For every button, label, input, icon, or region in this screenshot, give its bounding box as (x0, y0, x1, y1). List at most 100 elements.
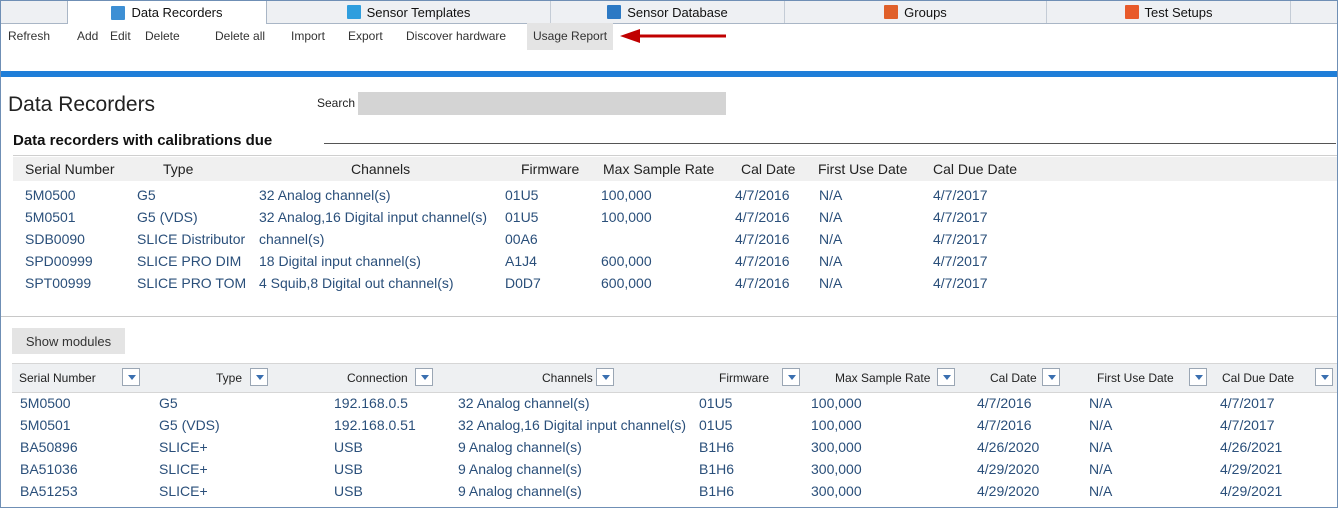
discover-hardware-button[interactable]: Discover hardware (406, 29, 506, 43)
table-row[interactable]: SPT00999 SLICE PRO TOM 4 Squib,8 Digital o… (13, 272, 1337, 294)
tab-sensor-templates[interactable]: Sensor Templates (267, 1, 551, 23)
table-cell: 5M0501 (25, 209, 76, 225)
table-cell: B1H6 (699, 439, 735, 455)
filter-dropdown-icon[interactable] (122, 368, 140, 386)
table-row[interactable]: BA51036 SLICE+ USB 9 Analog channel(s) B1H6 3… (12, 459, 1337, 480)
usage-report-button[interactable]: Usage Report (527, 23, 614, 50)
table-cell: 4/29/2020 (977, 461, 1040, 477)
col-header[interactable]: Cal Date (990, 371, 1037, 385)
table-cell: BA51036 (20, 461, 78, 477)
table-cell: 4/7/2016 (735, 231, 790, 247)
add-button[interactable]: Add (77, 29, 98, 43)
col-header[interactable]: Max Sample Rate (603, 161, 714, 177)
col-header[interactable]: Channels (351, 161, 410, 177)
delete-button[interactable]: Delete (145, 29, 180, 43)
filter-dropdown-icon[interactable] (250, 368, 268, 386)
import-button[interactable]: Import (291, 29, 325, 43)
table-cell: SLICE+ (159, 461, 208, 477)
table-cell: 18 Digital input channel(s) (259, 253, 421, 269)
col-header[interactable]: Type (216, 371, 242, 385)
refresh-button[interactable]: Refresh (8, 29, 50, 43)
tab-groups[interactable]: Groups (785, 1, 1047, 23)
table-cell: BA51253 (20, 483, 78, 499)
table-cell: 4/29/2021 (1220, 461, 1283, 477)
section-divider (324, 143, 1336, 144)
table-cell: 5M0501 (20, 417, 71, 433)
table-cell: 4/7/2017 (1220, 395, 1275, 411)
col-header[interactable]: Serial Number (25, 161, 114, 177)
tab-bar: Data Recorders Sensor Templates Sensor D… (1, 1, 1337, 24)
filter-dropdown-icon[interactable] (1315, 368, 1333, 386)
col-header[interactable]: Max Sample Rate (835, 371, 930, 385)
table-cell: 32 Analog channel(s) (259, 187, 391, 203)
table-row[interactable]: 5M0500 G5 192.168.0.5 32 Analog channel(s) 0… (12, 393, 1337, 414)
filter-dropdown-icon[interactable] (937, 368, 955, 386)
table-cell: SDB0090 (25, 231, 85, 247)
table-row[interactable]: SDB0090 SLICE Distributor channel(s) 00A6 4… (13, 228, 1337, 250)
accent-bar (1, 71, 1337, 77)
col-header[interactable]: Connection (347, 371, 408, 385)
table-row[interactable]: 5M0500 G5 32 Analog channel(s) 01U5 100,000 4… (13, 184, 1337, 206)
edit-button[interactable]: Edit (110, 29, 131, 43)
table-row[interactable]: 5M0501 G5 (VDS) 192.168.0.51 32 Analog,16 D… (12, 415, 1337, 436)
filter-dropdown-icon[interactable] (1042, 368, 1060, 386)
col-header[interactable]: First Use Date (818, 161, 907, 177)
table-cell: N/A (1089, 483, 1113, 499)
app-window: Data Recorders Sensor Templates Sensor D… (0, 0, 1338, 508)
col-header[interactable]: Channels (542, 371, 593, 385)
filter-dropdown-icon[interactable] (782, 368, 800, 386)
filter-dropdown-icon[interactable] (1189, 368, 1207, 386)
search-input[interactable] (358, 92, 726, 115)
col-header[interactable]: First Use Date (1097, 371, 1174, 385)
table-cell: G5 (159, 395, 178, 411)
col-header[interactable]: Firmware (719, 371, 769, 385)
table-row[interactable]: BA51253 SLICE+ USB 9 Analog channel(s) B1H6 3… (12, 481, 1337, 502)
table-cell: channel(s) (259, 231, 325, 247)
export-button[interactable]: Export (348, 29, 383, 43)
table-cell: 01U5 (699, 417, 733, 433)
delete-all-button[interactable]: Delete all (215, 29, 265, 43)
table-cell: N/A (819, 253, 843, 269)
table-cell: 32 Analog channel(s) (458, 395, 590, 411)
search-label: Search (317, 96, 356, 110)
table-row[interactable]: 5M0501 G5 (VDS) 32 Analog,16 Digital input… (13, 206, 1337, 228)
table-cell: 9 Analog channel(s) (458, 483, 582, 499)
col-header[interactable]: Cal Due Date (1222, 371, 1294, 385)
col-header[interactable]: Cal Date (741, 161, 795, 177)
main-table-header: Serial Number Type Connection Channels F… (12, 363, 1337, 393)
annotation-arrow-icon (620, 29, 726, 43)
col-header[interactable]: Serial Number (19, 371, 96, 385)
table-cell: 100,000 (601, 187, 652, 203)
tab-sensor-database[interactable]: Sensor Database (551, 1, 785, 23)
table-cell: 01U5 (505, 209, 539, 225)
table-cell: USB (334, 461, 363, 477)
table-cell: 600,000 (601, 253, 652, 269)
tab-data-recorders[interactable]: Data Recorders (67, 1, 267, 24)
table-cell: 4/7/2017 (933, 253, 988, 269)
table-cell: 600,000 (601, 275, 652, 291)
tab-label: Data Recorders (131, 5, 223, 20)
table-cell: 9 Analog channel(s) (458, 439, 582, 455)
table-row[interactable]: SPD00999 SLICE PRO DIM 18 Digital input ch… (13, 250, 1337, 272)
table-cell: G5 (VDS) (159, 417, 220, 433)
col-header[interactable]: Cal Due Date (933, 161, 1017, 177)
table-cell: SLICE+ (159, 483, 208, 499)
table-cell: 4/26/2021 (1220, 439, 1283, 455)
filter-dropdown-icon[interactable] (415, 368, 433, 386)
table-cell: 4/7/2016 (977, 395, 1032, 411)
table-cell: 01U5 (505, 187, 539, 203)
table-row[interactable]: BA50896 SLICE+ USB 9 Analog channel(s) B1H6 3… (12, 437, 1337, 458)
filter-dropdown-icon[interactable] (596, 368, 614, 386)
table-cell: USB (334, 439, 363, 455)
table-cell: 01U5 (699, 395, 733, 411)
col-header[interactable]: Firmware (521, 161, 579, 177)
show-modules-button[interactable]: Show modules (12, 328, 125, 354)
table-cell: 4/7/2017 (933, 209, 988, 225)
tab-test-setups[interactable]: Test Setups (1047, 1, 1291, 23)
table-cell: 4/7/2017 (933, 187, 988, 203)
table-cell: 5M0500 (25, 187, 76, 203)
table-cell: 192.168.0.5 (334, 395, 408, 411)
col-header[interactable]: Type (163, 161, 193, 177)
table-cell: SPT00999 (25, 275, 92, 291)
table-cell: N/A (819, 209, 843, 225)
